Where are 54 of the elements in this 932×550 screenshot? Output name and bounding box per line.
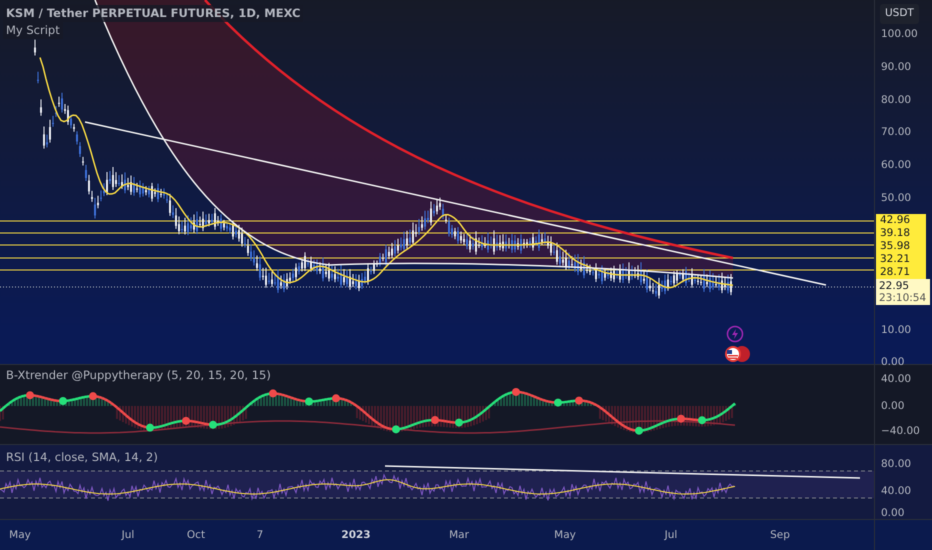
signal-dot [512, 388, 520, 396]
axis-label: −40.00 [881, 425, 920, 437]
axis-label: 50.00 [881, 192, 912, 204]
time-label: 7 [256, 528, 264, 543]
time-label: Mar [449, 528, 469, 543]
time-label: Jul [664, 528, 678, 543]
axis-label: 100.00 [881, 28, 918, 40]
price-level-label: 32.21 [876, 253, 926, 266]
signal-dot [332, 394, 340, 402]
signal-dot [635, 426, 643, 435]
price-level-label: 28.71 [876, 266, 926, 279]
axis-label: 0.00 [881, 356, 904, 368]
signal-dot [305, 397, 313, 406]
axis-label: 70.00 [881, 126, 912, 138]
price-level-label: 42.96 [876, 214, 926, 227]
axis-label: 80.00 [881, 458, 912, 470]
currency-button[interactable]: USDT [880, 4, 919, 24]
signal-dot [182, 416, 190, 425]
lightning-icon [726, 325, 744, 343]
axis-label: 0.00 [881, 400, 904, 412]
last-price-value: 22.95 [879, 280, 910, 292]
signal-dot [455, 418, 463, 427]
signal-dot [392, 425, 400, 434]
axis-label: 90.00 [881, 61, 912, 73]
indicator-title: B-Xtrender @Puppytherapy (5, 20, 15, 20, 15) [6, 367, 271, 384]
time-label: Oct [186, 528, 206, 543]
axis-label: 40.00 [881, 485, 912, 497]
indicator-title: RSI (14, close, SMA, 14, 2) [6, 449, 158, 466]
indicator-label: My Script [3, 22, 63, 40]
signal-dot [698, 416, 706, 424]
time-label: Sep [770, 528, 790, 543]
signal-dot [26, 391, 34, 400]
countdown-timer: 23:10:54 [879, 292, 927, 304]
signal-dot [677, 414, 685, 423]
time-label: 2023 [341, 528, 371, 543]
axis-label: 40.00 [881, 373, 912, 385]
axis-label: 60.00 [881, 159, 912, 171]
time-label: May [554, 528, 576, 543]
price-level-label: 39.18 [876, 227, 926, 240]
signal-dot [89, 392, 97, 400]
signal-dot [269, 389, 277, 398]
flag-icon [724, 345, 752, 363]
signal-dot [554, 398, 562, 407]
time-label: Jul [122, 528, 134, 543]
signal-dot [59, 397, 67, 405]
signal-dot [575, 396, 583, 405]
signal-dot [146, 424, 154, 432]
price-level-label: 35.98 [876, 240, 926, 253]
axis-label: 0.00 [881, 507, 904, 519]
signal-dot [431, 416, 439, 424]
time-label: May [9, 528, 31, 543]
axis-label: 80.00 [881, 94, 912, 106]
axis-label: 10.00 [881, 324, 912, 336]
signal-dot [209, 420, 217, 429]
